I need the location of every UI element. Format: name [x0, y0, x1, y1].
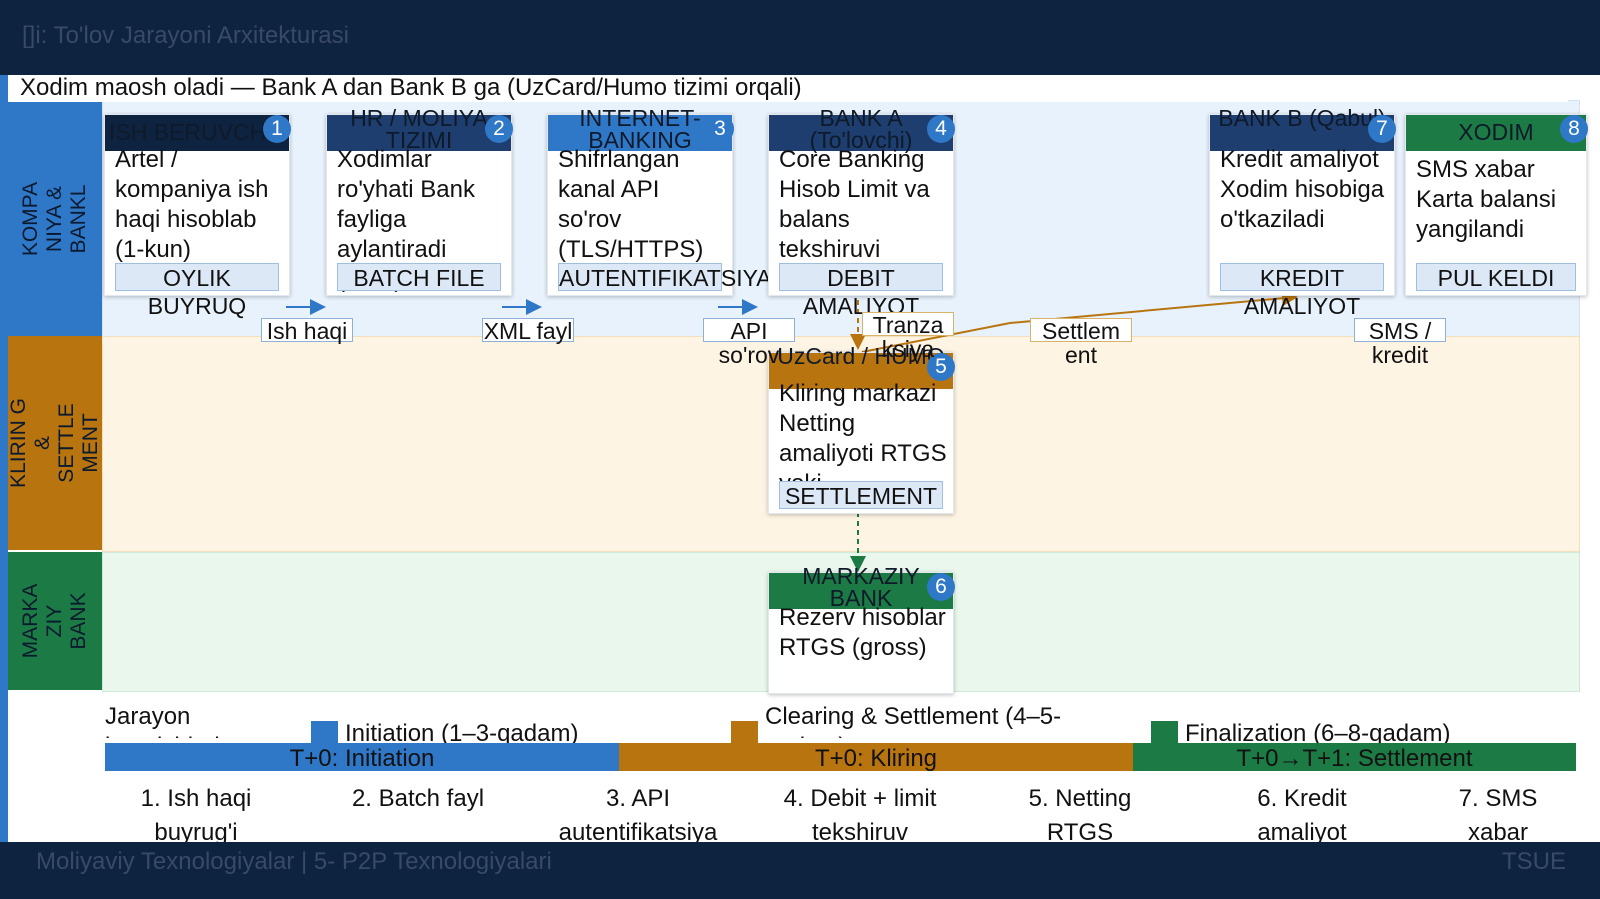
- step-label-5: 5. Netting RTGS: [1028, 785, 1132, 846]
- legend-label-clearing: Clearing & Settlement (4–5-qadam): [765, 703, 1062, 738]
- step-card-3: INTERNET-BANKING Shifrlangan kanal API s…: [547, 107, 772, 296]
- step-number-badge: 8: [1560, 115, 1588, 143]
- card-body: Rezerv hisoblar RTGS (gross): [779, 604, 946, 661]
- step-number-badge: 4: [927, 115, 955, 143]
- step-number-badge: 2: [485, 115, 513, 143]
- connector-label-1: Ish haqi: [261, 318, 353, 343]
- timeline-initiation: T+0: Initiation: [105, 743, 619, 772]
- card-title: ISH BERUVCHI: [109, 119, 273, 145]
- card-tag: DEBIT AMALIYOT: [779, 263, 943, 319]
- step-card-8: XODIM SMS xabar Karta balansi yangilandi…: [1405, 114, 1588, 296]
- step-number-badge: 1: [263, 115, 291, 143]
- step-card-7: BANK B (Qabul) Kredit amaliyot Xodim his…: [1209, 107, 1396, 319]
- step-label-3: 3. API autentifikatsiya: [558, 785, 718, 846]
- timeline-settlement: T+0→T+1: Settlement: [1133, 743, 1576, 772]
- card-body: Artel / kompaniya ish haqi hisoblab (1-k…: [115, 146, 269, 263]
- connector-label-5: Settlem ent: [1030, 318, 1132, 367]
- card-tag: OYLIK BUYRUQ: [115, 263, 279, 319]
- card-tag: KREDIT AMALIYOT: [1220, 263, 1384, 319]
- card-tag: BATCH FILE: [337, 263, 501, 291]
- step-card-4: BANK A (To'lovchi) Core Banking Hisob Li…: [768, 107, 955, 319]
- step-card-1: ISH BERUVCHI Artel / kompaniya ish haqi …: [104, 114, 291, 319]
- step-number-badge: 3: [706, 115, 734, 143]
- step-number-badge: 7: [1368, 115, 1396, 143]
- timeline-clearing: T+0: Kliring: [619, 743, 1133, 772]
- step-label-1: 1. Ish haqi buyrug'i: [140, 785, 252, 846]
- footer-org: TSUE: [1501, 848, 1566, 875]
- step-card-2: HR / MOLIYA TIZIMI Xodimlar ro'yhati Ban…: [326, 107, 513, 296]
- step-card-6: MARKAZIY BANK Rezerv hisoblar RTGS (gros…: [768, 565, 955, 694]
- card-title: XODIM: [1458, 119, 1534, 145]
- step-card-5: UzCard / HUMO Kliring markazi Netting am…: [768, 345, 955, 514]
- card-title: BANK B (Qabul): [1218, 105, 1386, 131]
- legend-heading: Jarayon bosqichlari:: [105, 703, 226, 738]
- step-label-4: 4. Debit + limit tekshiruv: [783, 785, 937, 846]
- connector-label-3: API so'rov: [703, 318, 795, 367]
- card-tag: PUL KELDI: [1416, 263, 1576, 291]
- card-tag: AUTENTIFIKATSIYA: [558, 263, 772, 291]
- card-body: Core Banking Hisob Limit va balans teksh…: [779, 146, 930, 263]
- step-number-badge: 6: [927, 573, 955, 601]
- step-label-6: 6. Kredit amaliyot: [1257, 785, 1347, 846]
- step-label-2: 2. Batch fayl: [351, 785, 485, 812]
- card-body: Kredit amaliyot Xodim hisobiga o'tkazila…: [1220, 146, 1385, 233]
- card-tag: SETTLEMENT: [779, 481, 943, 509]
- footer-course: Moliyaviy Texnologiyalar | 5- P2P Texnol…: [36, 848, 552, 875]
- step-label-7: 7. SMS xabar: [1458, 785, 1538, 846]
- card-header: XODIM: [1406, 115, 1586, 151]
- connector-label-4: Tranza ksiya: [862, 312, 954, 361]
- card-body: Shifrlangan kanal API so'rov (TLS/HTTPS): [558, 146, 704, 263]
- connector-label-2: XML fayl: [482, 318, 574, 344]
- connector-label-6: SMS / kredit: [1354, 318, 1446, 367]
- card-body: SMS xabar Karta balansi yangilandi: [1416, 156, 1557, 243]
